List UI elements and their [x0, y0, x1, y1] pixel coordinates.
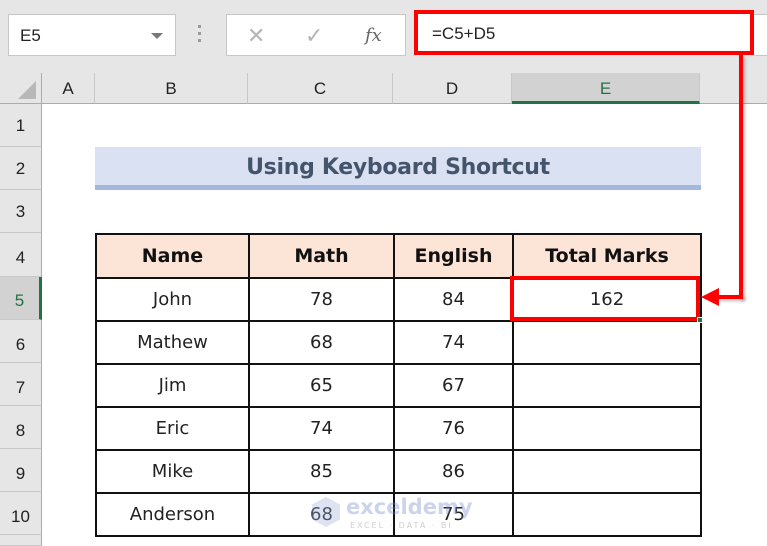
cell-name[interactable]: Mathew	[95, 320, 250, 365]
table-header-row: Name Math English Total Marks	[95, 233, 702, 279]
formula-input-extension[interactable]	[754, 14, 767, 56]
row-header-3[interactable]: 3	[0, 190, 42, 233]
cell-english[interactable]: 74	[393, 320, 514, 365]
formula-input[interactable]: =C5+D5	[414, 10, 754, 55]
drag-handle-icon[interactable]	[198, 25, 202, 45]
header-math[interactable]: Math	[248, 233, 395, 279]
row-header-9[interactable]: 9	[0, 449, 42, 492]
table-row: Jim 65 67	[95, 363, 702, 408]
header-english[interactable]: English	[393, 233, 514, 279]
row-header-2[interactable]: 2	[0, 147, 42, 190]
annotation-connector-horizontal	[716, 295, 743, 299]
row-header-10[interactable]: 10	[0, 492, 42, 535]
cell-english[interactable]: 75	[393, 492, 514, 537]
cell-english[interactable]: 67	[393, 363, 514, 408]
row-header-1[interactable]: 1	[0, 104, 42, 147]
name-box[interactable]: E5	[8, 14, 176, 56]
annotation-connector-vertical	[739, 55, 743, 299]
row-header-4[interactable]: 4	[0, 233, 42, 277]
table-row: John 78 84 162	[95, 277, 702, 322]
cell-english[interactable]: 76	[393, 406, 514, 451]
formula-bar-area: E5 ✕ ✓ fx =C5+D5	[0, 0, 767, 70]
fill-handle[interactable]	[697, 317, 703, 323]
column-header-f[interactable]	[700, 73, 767, 104]
cancel-icon[interactable]: ✕	[247, 23, 265, 49]
cell-math[interactable]: 68	[248, 320, 395, 365]
cell-total[interactable]	[512, 449, 702, 494]
cell-name[interactable]: Mike	[95, 449, 250, 494]
check-icon[interactable]: ✓	[305, 23, 323, 49]
cell-math[interactable]: 74	[248, 406, 395, 451]
table-row: Eric 74 76	[95, 406, 702, 451]
row-header-11[interactable]	[0, 535, 42, 546]
table-row: Anderson 68 75	[95, 492, 702, 537]
row-header-5[interactable]: 5	[0, 277, 42, 320]
column-header-b[interactable]: B	[95, 73, 248, 104]
row-header-6[interactable]: 6	[0, 320, 42, 363]
cell-name[interactable]: Anderson	[95, 492, 250, 537]
cell-math[interactable]: 68	[248, 492, 395, 537]
cell-total[interactable]: 162	[512, 277, 702, 322]
cell-total[interactable]	[512, 406, 702, 451]
row-header-7[interactable]: 7	[0, 363, 42, 406]
formula-text: =C5+D5	[432, 24, 496, 43]
header-total-marks[interactable]: Total Marks	[512, 233, 702, 279]
table-row: Mike 85 86	[95, 449, 702, 494]
cell-english[interactable]: 86	[393, 449, 514, 494]
cell-total[interactable]	[512, 320, 702, 365]
marks-table: Name Math English Total Marks John 78 84…	[95, 233, 702, 537]
cell-english[interactable]: 84	[393, 277, 514, 322]
cell-math[interactable]: 65	[248, 363, 395, 408]
table-row: Mathew 68 74	[95, 320, 702, 365]
name-box-value: E5	[20, 26, 41, 45]
row-header-8[interactable]: 8	[0, 406, 42, 449]
formula-buttons: ✕ ✓ fx	[226, 14, 406, 56]
chevron-down-icon[interactable]	[151, 33, 163, 39]
cell-math[interactable]: 78	[248, 277, 395, 322]
cell-name[interactable]: Jim	[95, 363, 250, 408]
column-header-e[interactable]: E	[512, 73, 700, 104]
cell-total[interactable]	[512, 363, 702, 408]
cell-math[interactable]: 85	[248, 449, 395, 494]
sheet-title[interactable]: Using Keyboard Shortcut	[95, 147, 701, 190]
select-all-button[interactable]	[0, 73, 42, 104]
insert-function-icon[interactable]: fx	[365, 25, 382, 46]
column-header-c[interactable]: C	[248, 73, 393, 104]
cell-name[interactable]: John	[95, 277, 250, 322]
column-header-d[interactable]: D	[393, 73, 512, 104]
header-name[interactable]: Name	[95, 233, 250, 279]
arrow-left-icon	[701, 288, 719, 306]
cell-total[interactable]	[512, 492, 702, 537]
column-header-a[interactable]: A	[42, 73, 95, 104]
cell-name[interactable]: Eric	[95, 406, 250, 451]
